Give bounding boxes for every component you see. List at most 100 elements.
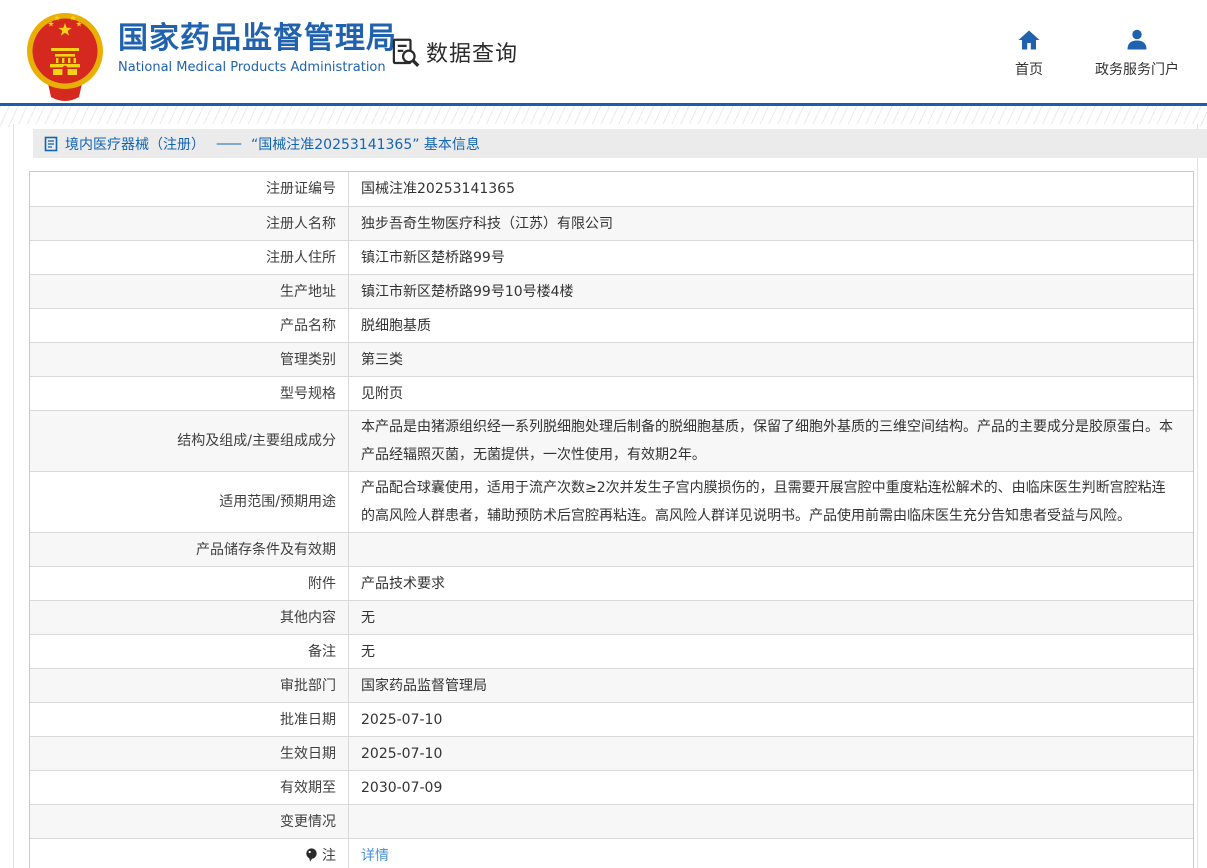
nav-home[interactable]: 首页 [1015,28,1043,79]
row-value: 见附页 [349,377,1193,410]
row-value-text: 国家药品监督管理局 [361,672,487,700]
row-label-text: 附件 [308,572,336,596]
row-value-text: 无 [361,604,375,632]
row-value: 2025-07-10 [349,703,1193,736]
row-label: 审批部门 [30,669,349,702]
row-value-text: 独步吾奇生物医疗科技（江苏）有限公司 [361,210,613,238]
row-label-text: 变更情况 [280,810,336,834]
detail-link[interactable]: 详情 [361,842,389,868]
row-value-text: 见附页 [361,380,403,408]
row-value: 详情 [349,839,1193,868]
table-row: 生产地址镇江市新区楚桥路99号10号楼4楼 [30,274,1193,308]
breadcrumb-category[interactable]: 境内医疗器械（注册） [65,134,205,154]
row-value-text: 脱细胞基质 [361,312,431,340]
table-row: 附件产品技术要求 [30,566,1193,600]
row-label: 注册人名称 [30,207,349,240]
table-row: 其他内容 无 [30,600,1193,634]
row-value-text: 2025-07-10 [361,706,442,734]
table-row: 适用范围/预期用途 产品配合球囊使用，适用于流产次数≥2次并发生子宫内膜损伤的，且… [30,471,1193,532]
row-label: 注册证编号 [30,172,349,206]
top-nav: 首页 政务服务门户 [1015,28,1179,79]
nav-portal-label: 政务服务门户 [1095,59,1179,79]
row-label: 变更情况 [30,805,349,838]
table-row: 产品储存条件及有效期 [30,532,1193,566]
site-header: 国家药品监督管理局 National Medical Products Admi… [0,0,1207,103]
row-value: 2025-07-10 [349,737,1193,770]
nav-portal[interactable]: 政务服务门户 [1095,28,1179,79]
note-icon [305,848,318,863]
row-value: 独步吾奇生物医疗科技（江苏）有限公司 [349,207,1193,240]
row-label-text: 生效日期 [280,742,336,766]
row-label: 管理类别 [30,343,349,376]
app-title: 数据查询 [426,36,518,68]
page: 国家药品监督管理局 National Medical Products Admi… [0,0,1207,868]
row-label-text: 注 [322,844,336,868]
home-icon [1017,28,1041,52]
row-label: 注 [30,839,349,868]
document-icon [44,136,58,152]
row-label: 其他内容 [30,601,349,634]
site-title-en: National Medical Products Administration [118,60,397,75]
row-value-text: 镇江市新区楚桥路99号10号楼4楼 [361,278,574,306]
row-value-text: 镇江市新区楚桥路99号 [361,244,505,272]
row-label-text: 注册人名称 [266,212,336,236]
row-label-text: 产品储存条件及有效期 [196,538,336,562]
breadcrumb: 境内医疗器械（注册） —— “国械注准20253141365” 基本信息 [33,129,1207,158]
table-row: 生效日期 2025-07-10 [30,736,1193,770]
document-search-icon [390,37,421,68]
row-value: 本产品是由猪源组织经一系列脱细胞处理后制备的脱细胞基质，保留了细胞外基质的三维空… [349,411,1193,471]
row-label-text: 管理类别 [280,348,336,372]
row-value [349,533,1193,566]
row-label: 生产地址 [30,275,349,308]
row-label-text: 结构及组成/主要组成成分 [177,429,336,453]
breadcrumb-detail: “国械注准20253141365” 基本信息 [251,134,480,154]
row-value: 产品配合球囊使用，适用于流产次数≥2次并发生子宫内膜损伤的，且需要开展宫腔中重度… [349,472,1193,532]
row-value: 无 [349,601,1193,634]
row-value-text: 产品配合球囊使用，适用于流产次数≥2次并发生子宫内膜损伤的，且需要开展宫腔中重度… [361,474,1179,530]
row-label: 结构及组成/主要组成成分 [30,411,349,471]
row-label: 适用范围/预期用途 [30,472,349,532]
row-label: 注册人住所 [30,241,349,274]
row-label-text: 其他内容 [280,606,336,630]
row-label: 有效期至 [30,771,349,804]
table-row: 备注无 [30,634,1193,668]
row-value-text: 2025-07-10 [361,740,442,768]
row-label: 产品储存条件及有效期 [30,533,349,566]
nav-home-label: 首页 [1015,59,1043,79]
table-row: 注册证编号国械注准20253141365 [30,172,1193,206]
row-label-text: 适用范围/预期用途 [219,490,336,514]
row-value: 脱细胞基质 [349,309,1193,342]
table-row: 有效期至2030-07-09 [30,770,1193,804]
row-label: 产品名称 [30,309,349,342]
table-row: 审批部门 国家药品监督管理局 [30,668,1193,702]
breadcrumb-separator: —— [216,136,240,152]
title-block: 国家药品监督管理局 National Medical Products Admi… [118,22,397,75]
table-row: 批准日期 2025-07-10 [30,702,1193,736]
content-panel: 境内医疗器械（注册） —— “国械注准20253141365” 基本信息 注册证… [13,124,1198,868]
table-row: 变更情况 [30,804,1193,838]
row-value-text: 无 [361,638,375,666]
row-label: 生效日期 [30,737,349,770]
row-value-text: 本产品是由猪源组织经一系列脱细胞处理后制备的脱细胞基质，保留了细胞外基质的三维空… [361,413,1179,469]
row-value: 2030-07-09 [349,771,1193,804]
app-section-title: 数据查询 [390,36,518,68]
row-value: 国械注准20253141365 [349,172,1193,206]
table-row: 注 详情 [30,838,1193,868]
registration-info-table: 注册证编号国械注准20253141365 注册人名称 独步吾奇生物医疗科技（江苏）有… [29,171,1194,868]
row-value: 第三类 [349,343,1193,376]
row-label: 批准日期 [30,703,349,736]
row-label: 型号规格 [30,377,349,410]
row-label-text: 批准日期 [280,708,336,732]
table-row: 结构及组成/主要组成成分 本产品是由猪源组织经一系列脱细胞处理后制备的脱细胞基质，… [30,410,1193,471]
row-value-text: 国械注准20253141365 [361,175,515,203]
national-emblem-logo [25,9,105,101]
row-label: 备注 [30,635,349,668]
row-value: 无 [349,635,1193,668]
row-label-text: 审批部门 [280,674,336,698]
row-label-text: 注册人住所 [266,246,336,270]
row-label: 附件 [30,567,349,600]
table-row: 型号规格见附页 [30,376,1193,410]
table-row: 产品名称脱细胞基质 [30,308,1193,342]
row-value [349,805,1193,838]
user-icon [1125,28,1149,52]
